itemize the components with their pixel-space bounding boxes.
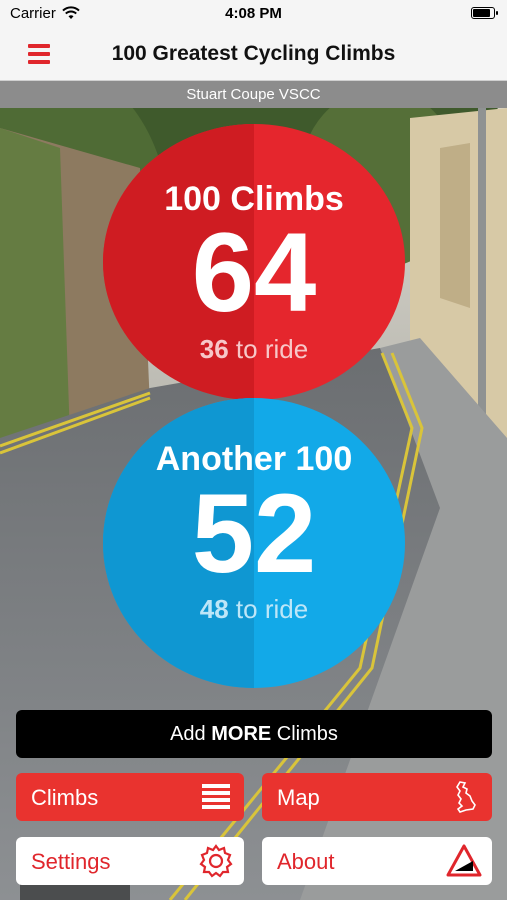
clock: 4:08 PM [225,5,282,22]
nav-bar: 100 Greatest Cycling Climbs [0,28,507,81]
battery-icon [471,7,498,19]
map-button[interactable]: Map [262,773,492,821]
climbed-count: 52 [191,471,317,596]
uk-map-icon [456,781,476,813]
climbs-button[interactable]: Climbs [16,773,244,821]
settings-button[interactable]: Settings [16,837,244,885]
another-100-counter-circle[interactable]: Another 100 52 48 to ride [103,398,405,688]
climbs-label: Climbs [31,785,99,810]
user-name-bar: Stuart Coupe VSCC [0,81,507,108]
gradient-sign-icon [446,844,482,877]
to-ride-text: 36 to ride [199,334,309,364]
list-icon [202,784,230,809]
climbed-count: 64 [191,210,317,335]
about-label: About [277,849,335,874]
gear-icon [199,844,233,878]
climbs-counter-circle[interactable]: 100 Climbs 64 36 to ride [103,124,405,400]
add-more-climbs-button[interactable]: Add MORE Climbs [16,710,492,758]
map-label: Map [277,785,320,810]
status-bar: Carrier 4:08 PM [0,0,507,28]
about-button[interactable]: About [262,837,492,885]
settings-label: Settings [31,849,111,874]
to-ride-text: 48 to ride [199,594,309,624]
app-title: 100 Greatest Cycling Climbs [111,42,396,65]
